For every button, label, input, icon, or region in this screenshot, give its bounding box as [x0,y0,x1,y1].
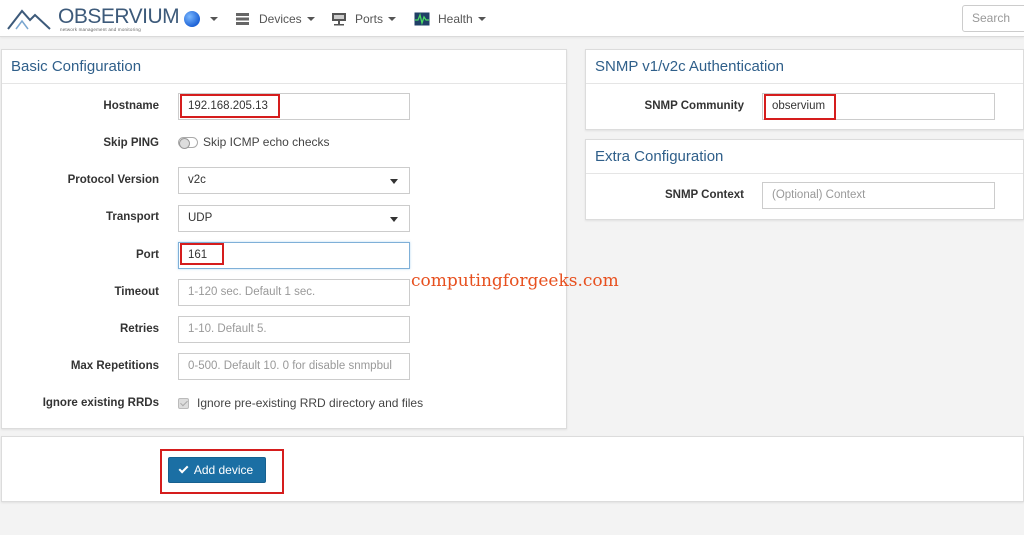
max-repetitions-input[interactable]: 0-500. Default 10. 0 for disable snmpbul [178,353,410,380]
snmp-context-label: SNMP Context [664,189,744,201]
nav-ports[interactable]: Ports [331,0,397,37]
mountain-logo-icon [7,9,51,30]
watermark-text: computingforgeeks.com [411,271,619,291]
form-actions-panel [1,436,1024,502]
snmp-auth-title: SNMP v1/v2c Authentication [586,50,1023,84]
nav-devices[interactable]: Devices [235,0,315,37]
retries-input[interactable]: 1-10. Default 5. [178,316,410,343]
skip-ping-toggle[interactable] [178,137,198,149]
snmp-community-label: SNMP Community [644,100,744,112]
protocol-version-label: Protocol Version [67,174,159,186]
basic-configuration-title: Basic Configuration [2,50,566,84]
ignore-rrds-text: Ignore pre-existing RRD directory and fi… [197,396,424,410]
extra-configuration-title: Extra Configuration [586,140,1023,174]
timeout-input[interactable]: 1-120 sec. Default 1 sec. [178,279,410,306]
hostname-input[interactable]: 192.168.205.13 [178,93,410,120]
port-label: Port [136,249,159,261]
observium-logo[interactable]: OBSERVIUM network management and monitor… [6,3,180,35]
top-navbar: OBSERVIUM network management and monitor… [0,0,1024,37]
nav-health[interactable]: Health [414,0,486,37]
heartbeat-monitor-icon [414,12,430,25]
checkmark-icon [178,463,189,474]
chevron-down-icon [210,16,218,21]
protocol-version-select[interactable]: v2c [178,167,410,194]
nav-health-label: Health [438,11,473,26]
hostname-label: Hostname [103,100,159,112]
logo-text: OBSERVIUM [58,5,180,28]
nav-ports-label: Ports [355,11,384,26]
skip-ping-text: Skip ICMP echo checks [203,135,330,149]
max-repetitions-label: Max Repetitions [70,360,159,372]
add-device-label: Add device [193,463,254,477]
globe-icon [184,10,200,27]
retries-label: Retries [120,323,159,335]
protocol-version-value: v2c [188,174,206,186]
search-input[interactable]: Search [962,5,1024,32]
caret-down-icon [390,217,398,222]
caret-down-icon [390,179,398,184]
skip-ping-label: Skip PING [103,137,159,149]
add-device-button[interactable]: Add device [168,457,266,483]
transport-value: UDP [188,212,213,224]
ignore-rrds-checkbox[interactable] [178,398,189,409]
transport-select[interactable]: UDP [178,205,410,232]
port-input[interactable]: 161 [178,242,410,269]
snmp-context-input[interactable]: (Optional) Context [762,182,995,209]
transport-label: Transport [105,211,159,223]
network-port-icon [332,12,346,25]
chevron-down-icon [477,16,486,21]
nav-devices-label: Devices [259,11,302,26]
timeout-label: Timeout [114,286,159,298]
nav-globe-menu[interactable] [184,0,218,37]
chevron-down-icon [306,16,315,21]
chevron-down-icon [388,16,397,21]
snmp-community-input[interactable]: observium [762,93,995,120]
server-icon [236,12,249,25]
logo-subtitle: network management and monitoring [60,27,141,32]
ignore-rrds-label: Ignore existing RRDs [42,397,159,409]
